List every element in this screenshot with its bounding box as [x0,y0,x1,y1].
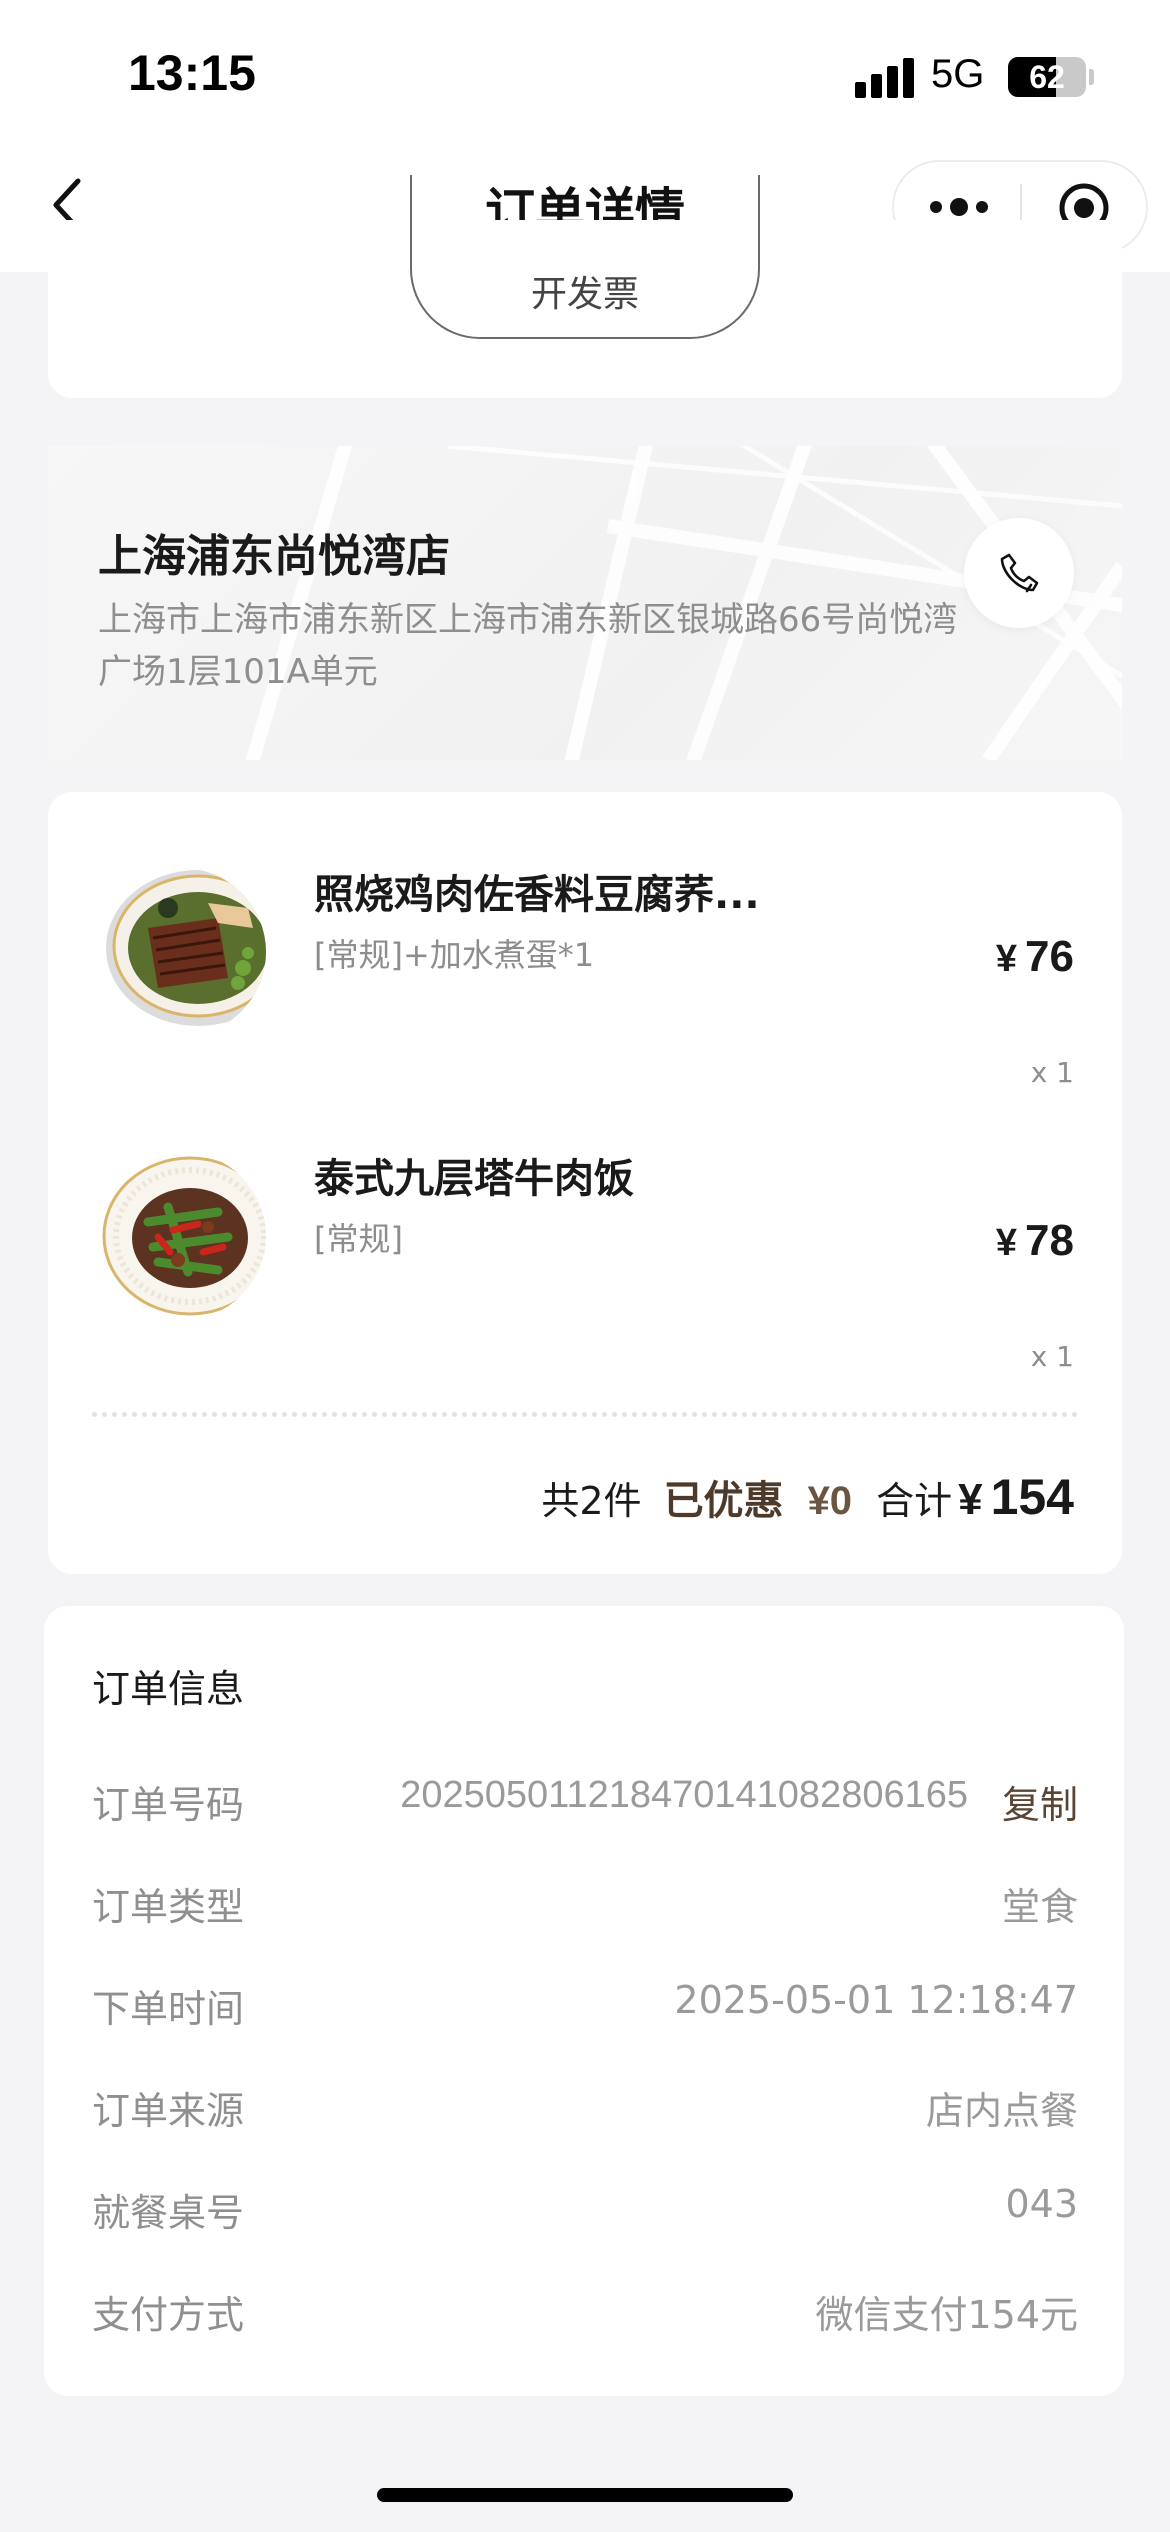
signal-icon [855,58,915,98]
currency-symbol: ¥ [995,938,1018,980]
info-label: 支付方式 [92,2293,245,2337]
status-bar: 13:15 5G 62 [0,0,1170,150]
store-name: 上海浦东尚悦湾店 [98,531,450,582]
info-row-order-type: 订单类型 堂食 [92,1876,1078,1936]
battery-icon: 62 [1008,57,1086,97]
store-address: 上海市上海市浦东新区上海市浦东新区银城路66号尚悦湾广场1层101A单元 [98,600,958,692]
info-row-payment-method: 支付方式 微信支付154元 [92,2284,1078,2344]
dotted-divider [92,1412,1078,1417]
home-indicator [377,2488,793,2502]
total-value: 154 [990,1469,1074,1525]
order-item[interactable]: 泰式九层塔牛肉饭 [常规] ¥78 x 1 [48,1116,1122,1386]
info-value: 043 [1005,2182,1078,2226]
currency-symbol: ¥ [995,1222,1018,1264]
info-row-table-number: 就餐桌号 043 [92,2182,1078,2242]
total-label: 合计 [876,1479,953,1523]
currency-symbol: ¥ [958,1475,983,1524]
info-value: 堂食 [1001,1885,1078,1929]
item-price-value: 78 [1025,1216,1074,1265]
invoice-button[interactable]: 开发票 [410,175,760,339]
order-summary: 共2件 已优惠 ¥0 合计 ¥154 [541,1468,1074,1538]
item-name: 照烧鸡肉佐香料豆腐荞... [314,872,760,918]
order-info-title: 订单信息 [92,1667,245,1711]
item-name: 泰式九层塔牛肉饭 [314,1156,634,1202]
phone-icon [1000,553,1039,593]
status-time: 13:15 [128,45,256,101]
item-spec: [常规]+加水煮蛋*1 [314,936,595,974]
network-label: 5G [931,52,985,96]
info-label: 订单号码 [92,1783,245,1827]
total-amount: ¥154 [958,1468,1074,1526]
battery-level: 62 [1029,59,1065,95]
store-card: 上海浦东尚悦湾店 上海市上海市浦东新区上海市浦东新区银城路66号尚悦湾广场1层1… [48,446,1122,760]
item-count: 共2件 [541,1479,642,1523]
info-row-order-number: 订单号码 202505011218470141082806165 复制 [92,1774,1078,1834]
item-price-value: 76 [1025,932,1074,981]
call-button[interactable] [964,518,1074,628]
info-value: 店内点餐 [925,2089,1078,2133]
order-number-value: 202505011218470141082806165 [400,1774,968,1816]
info-label: 就餐桌号 [92,2191,245,2235]
item-price: ¥78 [996,1216,1074,1266]
item-quantity: x 1 [1030,1056,1074,1089]
order-info-card: 订单信息 订单号码 202505011218470141082806165 复制… [44,1606,1124,2396]
dish-image [98,868,266,1036]
dish-image [98,1152,266,1320]
more-dots-icon[interactable] [928,192,990,222]
item-price: ¥76 [996,932,1074,982]
order-item[interactable]: 照烧鸡肉佐香料豆腐荞... [常规]+加水煮蛋*1 ¥76 x 1 [48,832,1122,1102]
info-value: 微信支付154元 [815,2293,1078,2337]
item-spec: [常规] [314,1220,403,1258]
info-value: 2025-05-01 12:18:47 [674,1978,1078,2022]
battery-cap [1089,69,1094,85]
info-label: 订单来源 [92,2089,245,2133]
copy-button[interactable]: 复制 [1002,1774,1078,1829]
item-quantity: x 1 [1030,1340,1074,1373]
info-label: 订单类型 [92,1885,245,1929]
info-row-order-source: 订单来源 店内点餐 [92,2080,1078,2140]
discount-label: 已优惠 [663,1478,784,1524]
info-label: 下单时间 [92,1987,245,2031]
discount-value: ¥0 [807,1479,853,1523]
order-items-card: 照烧鸡肉佐香料豆腐荞... [常规]+加水煮蛋*1 ¥76 x 1 泰式九层塔牛… [48,792,1122,1574]
info-row-order-time: 下单时间 2025-05-01 12:18:47 [92,1978,1078,2038]
